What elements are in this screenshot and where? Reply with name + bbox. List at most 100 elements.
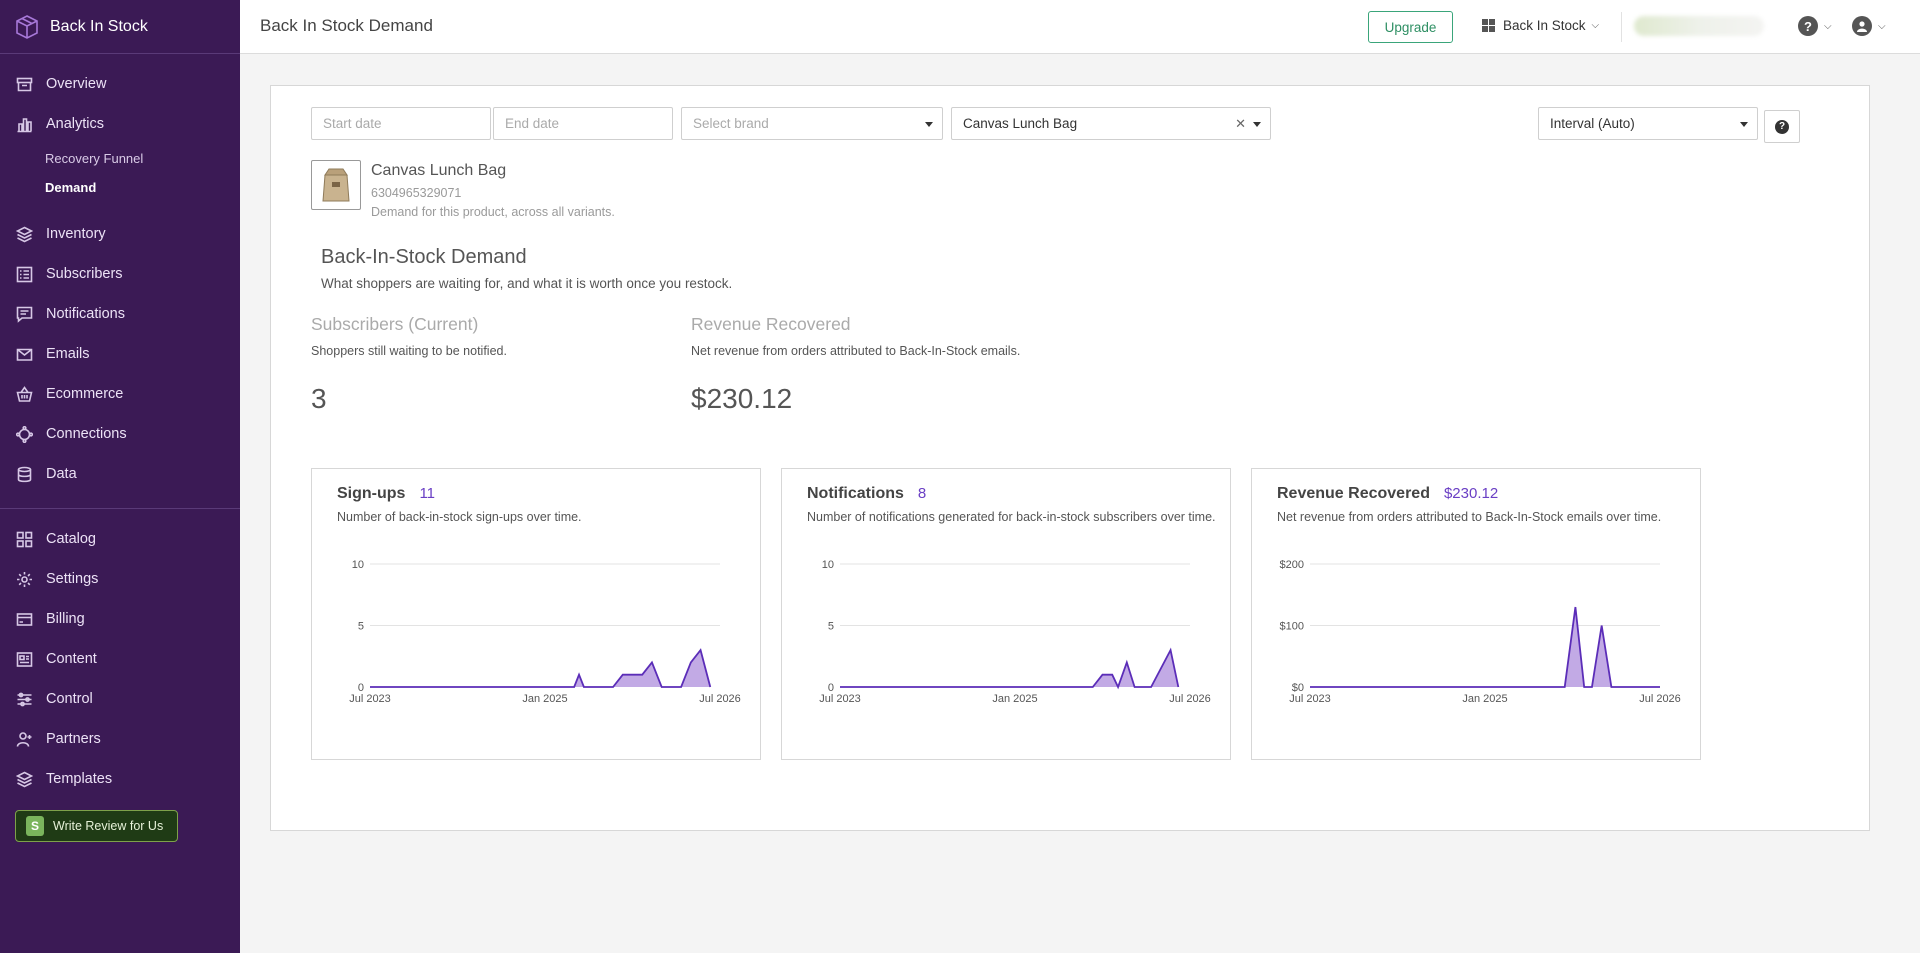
product-info: Canvas Lunch Bag 6304965329071 Demand fo… bbox=[371, 160, 615, 219]
end-date-placeholder: End date bbox=[505, 116, 560, 131]
metric-subtitle: Shoppers still waiting to be notified. bbox=[311, 344, 507, 358]
demand-panel: Start date End date Select brand Canvas … bbox=[270, 85, 1870, 831]
sidebar-subitem-demand[interactable]: Demand bbox=[0, 173, 240, 202]
help-menu[interactable]: ? ⌵ bbox=[1798, 16, 1832, 36]
chevron-down-icon: ⌵ bbox=[1591, 20, 1600, 31]
metric-value: 3 bbox=[311, 383, 327, 414]
sidebar-item-connections[interactable]: Connections bbox=[0, 414, 240, 454]
credit-card-icon bbox=[16, 612, 33, 626]
revenue-recovered-card: Revenue Recovered $230.12 Net revenue fr… bbox=[1251, 468, 1701, 760]
sidebar-item-emails[interactable]: Emails bbox=[0, 334, 240, 374]
sidebar-item-notifications[interactable]: Notifications bbox=[0, 294, 240, 334]
interval-select[interactable]: Interval (Auto) bbox=[1538, 107, 1758, 140]
gear-icon bbox=[17, 571, 32, 587]
interval-select-value: Interval (Auto) bbox=[1550, 116, 1635, 131]
brand[interactable]: Back In Stock bbox=[0, 0, 240, 54]
write-review-button[interactable]: S Write Review for Us bbox=[15, 810, 179, 842]
x-tick-label: Jul 2023 bbox=[819, 693, 861, 704]
section-subtitle: What shoppers are waiting for, and what … bbox=[321, 276, 733, 291]
basket-icon bbox=[16, 385, 33, 402]
card-title: Notifications bbox=[807, 485, 904, 502]
sidebar-item-ecommerce[interactable]: Ecommerce bbox=[0, 374, 240, 414]
shopify-icon: S bbox=[26, 816, 44, 836]
sidebar-item-catalog[interactable]: Catalog bbox=[0, 519, 240, 559]
help-icon: ? bbox=[1775, 119, 1789, 134]
card-subtitle: Net revenue from orders attributed to Ba… bbox=[1277, 510, 1662, 524]
metric-subtitle: Net revenue from orders attributed to Ba… bbox=[691, 344, 1021, 358]
layers-icon bbox=[16, 226, 33, 242]
x-tick-label: Jan 2025 bbox=[1462, 693, 1507, 704]
sidebar-item-subscribers[interactable]: Subscribers bbox=[0, 254, 240, 294]
end-date-input[interactable]: End date bbox=[493, 107, 673, 140]
apps-grid-icon bbox=[1482, 19, 1495, 32]
sidebar-item-label: Emails bbox=[46, 346, 90, 362]
product-description: Demand for this product, across all vari… bbox=[371, 205, 615, 219]
sidebar-subitem-recovery-funnel[interactable]: Recovery Funnel bbox=[0, 144, 240, 173]
sidebar-item-templates[interactable]: Templates bbox=[0, 759, 240, 799]
card-title: Sign-ups bbox=[337, 485, 406, 502]
sliders-icon bbox=[17, 692, 32, 706]
card-count: 11 bbox=[419, 485, 436, 502]
product-summary: Canvas Lunch Bag 6304965329071 Demand fo… bbox=[311, 160, 615, 219]
y-tick-label: $200 bbox=[1280, 559, 1304, 571]
start-date-input[interactable]: Start date bbox=[311, 107, 491, 140]
card-title: Revenue Recovered bbox=[1277, 485, 1430, 502]
sidebar-item-label: Control bbox=[46, 691, 93, 707]
product-select[interactable]: Canvas Lunch Bag ✕ bbox=[951, 107, 1271, 140]
sidebar-item-control[interactable]: Control bbox=[0, 679, 240, 719]
sidebar-item-label: Settings bbox=[46, 571, 99, 587]
write-review-label: Write Review for Us bbox=[53, 819, 164, 833]
card-count: 8 bbox=[917, 485, 927, 502]
card-subtitle: Number of notifications generated for ba… bbox=[807, 510, 1216, 524]
notifications-chart: 0510Jul 2023 Jan 2025 Jul 2026 bbox=[819, 559, 1211, 704]
sidebar-item-label: Notifications bbox=[46, 306, 125, 322]
sidebar-nav: Overview Analytics Recovery Funnel Deman… bbox=[0, 54, 240, 799]
product-thumbnail bbox=[311, 160, 361, 210]
user-icon bbox=[1852, 16, 1872, 36]
message-icon bbox=[16, 306, 33, 323]
interval-help-button[interactable]: ? bbox=[1764, 110, 1800, 143]
sidebar-item-billing[interactable]: Billing bbox=[0, 599, 240, 639]
metric-title: Revenue Recovered bbox=[691, 314, 851, 334]
upgrade-button[interactable]: Upgrade bbox=[1368, 11, 1453, 43]
series-area bbox=[840, 650, 1179, 687]
y-tick-label: $100 bbox=[1280, 621, 1304, 633]
account-menu[interactable]: ⌵ bbox=[1852, 16, 1886, 36]
card-subtitle: Number of back-in-stock sign-ups over ti… bbox=[337, 510, 582, 524]
sidebar-item-label: Inventory bbox=[46, 226, 106, 242]
page-title: Back In Stock Demand bbox=[260, 16, 433, 35]
x-tick-label: Jul 2023 bbox=[1289, 693, 1331, 704]
brand-name: Back In Stock bbox=[50, 17, 148, 35]
brand-select[interactable]: Select brand bbox=[681, 107, 943, 140]
divider bbox=[1621, 12, 1622, 42]
sidebar-item-label: Partners bbox=[46, 731, 101, 747]
newspaper-icon bbox=[16, 651, 33, 667]
sidebar-item-overview[interactable]: Overview bbox=[0, 64, 240, 104]
sidebar-item-settings[interactable]: Settings bbox=[0, 559, 240, 599]
caret-down-icon bbox=[1253, 122, 1261, 127]
sidebar-item-analytics[interactable]: Analytics bbox=[0, 104, 240, 144]
sidebar-item-data[interactable]: Data bbox=[0, 454, 240, 494]
sidebar-item-label: Analytics bbox=[46, 116, 105, 132]
card-count: $230.12 bbox=[1443, 485, 1499, 502]
metric-title: Subscribers (Current) bbox=[311, 314, 479, 334]
sidebar-item-label: Ecommerce bbox=[46, 386, 124, 402]
clear-icon[interactable]: ✕ bbox=[1235, 116, 1246, 132]
database-icon bbox=[17, 466, 32, 482]
help-icon: ? bbox=[1798, 16, 1818, 36]
signups-chart: 0510Jul 2023 Jan 2025 Jul 2026 bbox=[349, 559, 741, 704]
sidebar-item-label: Billing bbox=[46, 611, 85, 627]
metric-revenue-recovered: Revenue Recovered Net revenue from order… bbox=[691, 314, 1020, 415]
app-switcher[interactable]: Back In Stock ⌵ bbox=[1482, 18, 1599, 33]
sidebar: Back In Stock Overview Analytics Recover… bbox=[0, 0, 240, 953]
start-date-placeholder: Start date bbox=[323, 116, 382, 131]
y-tick-label: 10 bbox=[352, 559, 364, 571]
caret-down-icon bbox=[925, 122, 933, 127]
sidebar-item-partners[interactable]: Partners bbox=[0, 719, 240, 759]
stack-icon bbox=[16, 771, 33, 787]
sidebar-item-content[interactable]: Content bbox=[0, 639, 240, 679]
x-tick-label: Jul 2026 bbox=[1169, 693, 1211, 704]
y-tick-label: 10 bbox=[822, 559, 834, 571]
sidebar-item-inventory[interactable]: Inventory bbox=[0, 214, 240, 254]
metric-subscribers-current: Subscribers (Current) Shoppers still wai… bbox=[311, 314, 507, 415]
